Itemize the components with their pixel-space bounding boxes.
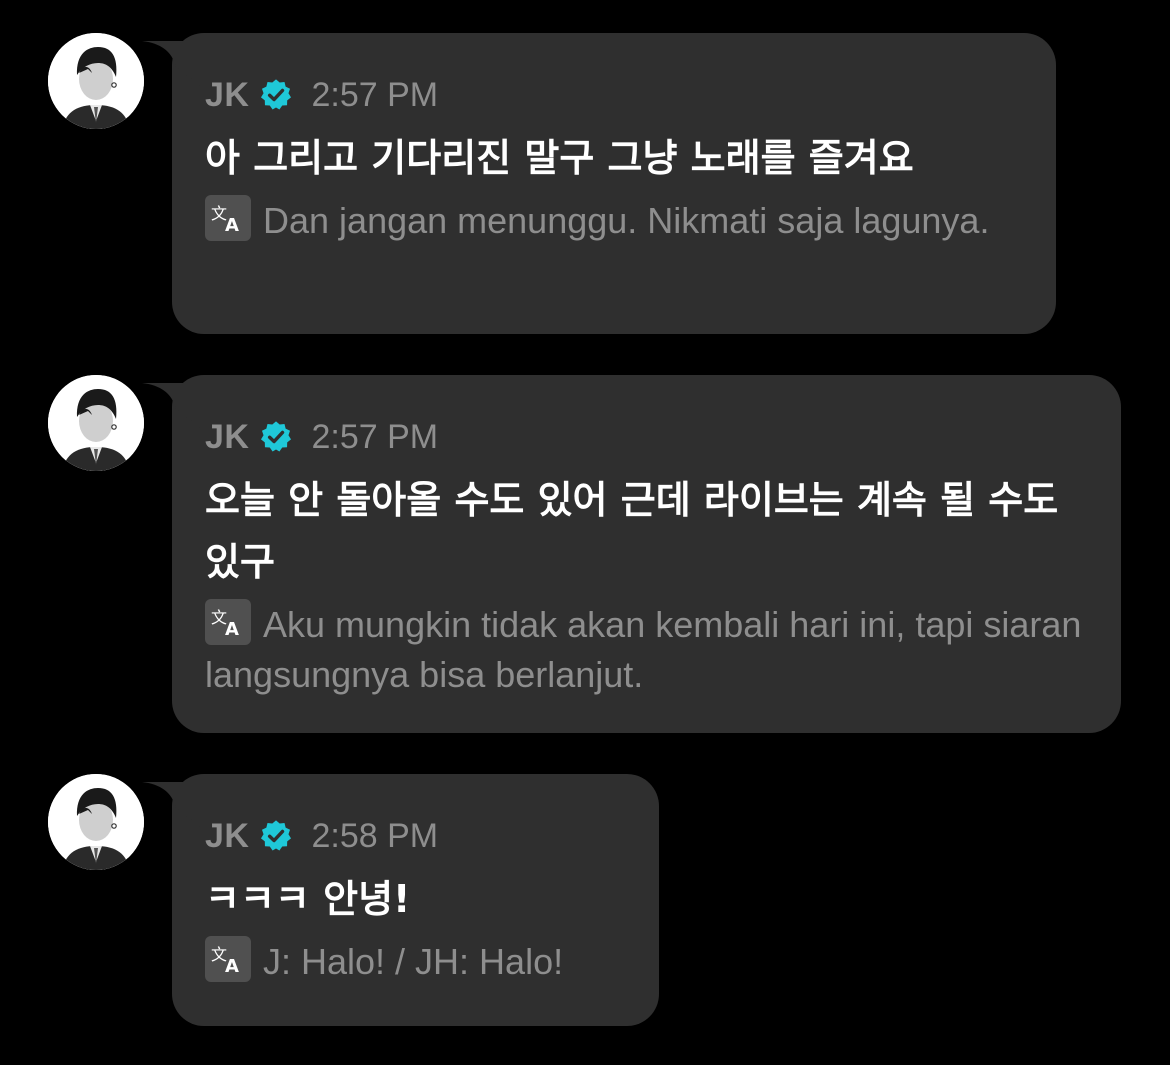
profile-photo <box>48 375 144 471</box>
svg-text:A: A <box>225 619 239 640</box>
message-meta: JK 2:57 PM <box>205 73 1022 117</box>
message-text: 아 그리고 기다리진 말구 그냥 노래를 즐겨요 <box>205 136 914 180</box>
avatar[interactable] <box>48 375 144 471</box>
svg-text:A: A <box>225 215 239 236</box>
profile-photo <box>48 774 144 870</box>
translate-icon[interactable]: 文 A <box>205 195 251 241</box>
translation-text: J: Halo! / JH: Halo! <box>263 941 564 982</box>
profile-photo <box>48 33 144 129</box>
message-text: ㅋㅋㅋ 안녕! <box>205 877 411 921</box>
message-bubble[interactable]: JK 2:57 PM 오늘 안 돌아올 수도 있어 근데 라이브는 계속 될 수… <box>142 375 1121 733</box>
message-bubble[interactable]: JK 2:58 PM ㅋㅋㅋ 안녕! 文 A J: Halo! / JH: Ha… <box>142 774 659 1026</box>
timestamp: 2:58 PM <box>311 816 439 855</box>
message-text: 오늘 안 돌아올 수도 있어 근데 라이브는 계속 될 수도 있구 <box>205 478 1059 584</box>
sender-name[interactable]: JK <box>205 76 249 115</box>
timestamp: 2:57 PM <box>311 75 439 114</box>
avatar[interactable] <box>48 774 144 870</box>
verified-badge-icon <box>261 79 292 110</box>
translation: 文 A J: Halo! / JH: Halo! <box>205 936 625 987</box>
bubble-tail <box>142 383 202 429</box>
translation: 文 A Aku mungkin tidak akan kembali hari … <box>205 599 1087 700</box>
bubble-tail <box>142 782 202 828</box>
verified-badge-icon <box>261 820 292 851</box>
translate-icon[interactable]: 文 A <box>205 599 251 645</box>
message-meta: JK 2:57 PM <box>205 415 1087 459</box>
sender-name[interactable]: JK <box>205 418 249 457</box>
translation-text: Aku mungkin tidak akan kembali hari ini,… <box>205 604 1082 695</box>
verified-badge-icon <box>261 421 292 452</box>
bubble-tail <box>142 41 202 87</box>
avatar[interactable] <box>48 33 144 129</box>
svg-text:A: A <box>225 956 239 977</box>
message-bubble[interactable]: JK 2:57 PM 아 그리고 기다리진 말구 그냥 노래를 즐겨요 文 A … <box>142 33 1056 334</box>
timestamp: 2:57 PM <box>311 417 439 456</box>
message-meta: JK 2:58 PM <box>205 814 625 858</box>
translation-text: Dan jangan menunggu. Nikmati saja laguny… <box>263 200 990 241</box>
translation: 文 A Dan jangan menunggu. Nikmati saja la… <box>205 195 1022 246</box>
translate-icon[interactable]: 文 A <box>205 936 251 982</box>
sender-name[interactable]: JK <box>205 817 249 856</box>
